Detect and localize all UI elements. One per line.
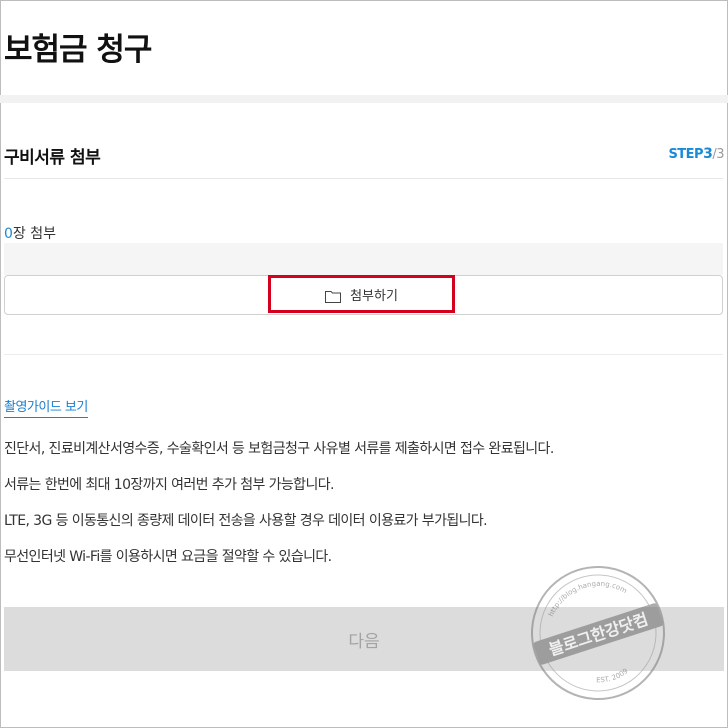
photo-guide-link[interactable]: 촬영가이드 보기 <box>4 396 88 418</box>
step-total: 3 <box>716 147 724 162</box>
attachment-count: 0장 첨부 <box>4 223 56 243</box>
attachment-count-suffix: 장 첨부 <box>12 226 57 242</box>
attach-button-highlight[interactable]: 첨부하기 <box>268 275 455 313</box>
notice-line: 무선인터넷 Wi-Fi를 이용하시면 요금을 절약할 수 있습니다. <box>4 549 332 565</box>
title-divider <box>0 95 728 103</box>
step-prefix: STEP <box>668 147 704 162</box>
section-divider <box>4 178 723 179</box>
notice-line: 서류는 한번에 최대 10장까지 여러번 추가 첨부 가능합니다. <box>4 477 334 493</box>
notice-line: 진단서, 진료비계산서영수증, 수술확인서 등 보험금청구 사유별 서류를 제출… <box>4 441 554 457</box>
page-title: 보험금 청구 <box>4 32 152 68</box>
step-indicator: STEP3/3 <box>668 146 724 162</box>
section-title: 구비서류 첨부 <box>4 148 101 168</box>
notice-line: LTE, 3G 등 이동통신의 종량제 데이터 전송을 사용할 경우 데이터 이… <box>4 513 488 529</box>
attach-button-label: 첨부하기 <box>350 288 398 304</box>
attachment-count-value: 0 <box>4 226 13 242</box>
attachment-preview-area <box>4 243 723 275</box>
guide-divider <box>4 354 723 355</box>
watermark-seal: 블로그한강닷컴 http://blog.hangang.com EST. 200… <box>523 558 673 708</box>
step-current: 3 <box>703 146 713 162</box>
folder-icon <box>325 288 342 303</box>
